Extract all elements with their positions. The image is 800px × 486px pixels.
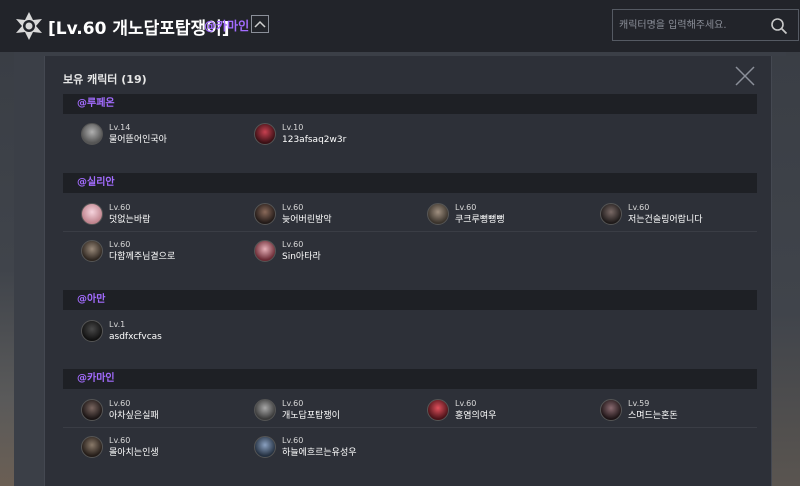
character-level: Lv.60 (455, 203, 477, 212)
character-avatar (254, 203, 276, 225)
character-card[interactable]: Lv.60 쿠크루뻥뻥뻥 (409, 199, 579, 229)
chevron-up-icon (254, 20, 266, 28)
character-level: Lv.1 (109, 320, 126, 329)
character-level: Lv.10 (282, 123, 304, 132)
character-avatar (81, 123, 103, 145)
character-level: Lv.60 (282, 240, 304, 249)
character-avatar (254, 399, 276, 421)
character-level: Lv.59 (628, 399, 650, 408)
character-card[interactable]: Lv.60 덧없는바람 (63, 199, 233, 229)
character-name: 다함께주님곁으로 (109, 252, 176, 262)
background-scene-right (772, 52, 800, 486)
character-name: asdfxcfvcas (109, 332, 162, 342)
character-avatar (81, 399, 103, 421)
character-card[interactable]: Lv.60 늦어버린밤악 (236, 199, 406, 229)
modal-title: 보유 캐릭터 (19) (63, 73, 147, 86)
character-level: Lv.60 (109, 399, 131, 408)
character-name: 123afsaq2w3r (282, 135, 347, 145)
character-card[interactable]: Lv.60 하늘에흐르는유성우 (236, 432, 406, 462)
character-name: 덧없는바람 (109, 215, 151, 225)
search-input[interactable] (613, 11, 763, 39)
character-level: Lv.60 (109, 240, 131, 249)
character-name: 개노답포탑쟁이 (282, 411, 340, 421)
character-avatar (254, 240, 276, 262)
character-card[interactable]: Lv.60 Sin아타라 (236, 236, 406, 266)
character-level: Lv.60 (628, 203, 650, 212)
character-card[interactable]: Lv.60 저는건슬링어랍니다 (582, 199, 752, 229)
character-avatar (600, 203, 622, 225)
character-avatar (254, 436, 276, 458)
search-icon[interactable] (770, 17, 788, 35)
owned-characters-modal: 보유 캐릭터 (19) @루페온 Lv.14 물어뜯어인국아 Lv.10 123af… (44, 56, 772, 486)
character-card[interactable]: Lv.60 개노답포탑쟁이 (236, 395, 406, 425)
emblem-icon (16, 12, 42, 40)
character-avatar (254, 123, 276, 145)
character-name: 물어뜯어인국아 (109, 135, 167, 145)
character-name: Sin아타라 (282, 252, 321, 262)
character-avatar (81, 240, 103, 262)
character-name: 홍염의여우 (455, 411, 497, 421)
server-name: @카마인 (204, 19, 250, 33)
character-card[interactable]: Lv.60 아차싶은실패 (63, 395, 233, 425)
character-name: 늦어버린밤악 (282, 215, 332, 225)
character-level: Lv.60 (455, 399, 477, 408)
character-avatar (427, 203, 449, 225)
character-name: 몰아치는인생 (109, 448, 159, 458)
close-icon[interactable] (734, 65, 756, 87)
character-level: Lv.60 (282, 203, 304, 212)
character-name: 스며드는혼돈 (628, 411, 678, 421)
character-level: Lv.14 (109, 123, 131, 132)
character-avatar (427, 399, 449, 421)
character-name: 저는건슬링어랍니다 (628, 215, 703, 225)
character-level: Lv.60 (109, 203, 131, 212)
row-divider (63, 231, 757, 232)
character-level: Lv.60 (282, 399, 304, 408)
server-section-header: @카마인 (63, 369, 757, 389)
row-divider (63, 427, 757, 428)
background-overlay-left (14, 52, 44, 486)
character-avatar (81, 203, 103, 225)
character-card[interactable]: Lv.10 123afsaq2w3r (236, 119, 406, 149)
character-card[interactable]: Lv.60 홍염의여우 (409, 395, 579, 425)
server-section-header: @아만 (63, 290, 757, 310)
character-avatar (600, 399, 622, 421)
character-title: [Lv.60 개노답포탑쟁이] (48, 19, 230, 39)
character-name: 아차싶은실패 (109, 411, 159, 421)
collapse-toggle-button[interactable] (251, 15, 269, 33)
character-name: 하늘에흐르는유성우 (282, 448, 357, 458)
character-level: Lv.60 (109, 436, 131, 445)
character-avatar (81, 436, 103, 458)
server-section-header: @루페온 (63, 94, 757, 114)
top-header: [Lv.60 개노답포탑쟁이] @카마인 (0, 0, 800, 52)
character-card[interactable]: Lv.1 asdfxcfvcas (63, 316, 233, 346)
character-card[interactable]: Lv.14 물어뜯어인국아 (63, 119, 233, 149)
character-avatar (81, 320, 103, 342)
character-name: 쿠크루뻥뻥뻥 (455, 215, 505, 225)
character-card[interactable]: Lv.60 몰아치는인생 (63, 432, 233, 462)
character-level: Lv.60 (282, 436, 304, 445)
character-search-box (612, 9, 799, 41)
server-section-header: @실리안 (63, 173, 757, 193)
character-card[interactable]: Lv.59 스며드는혼돈 (582, 395, 752, 425)
character-card[interactable]: Lv.60 다함께주님곁으로 (63, 236, 233, 266)
